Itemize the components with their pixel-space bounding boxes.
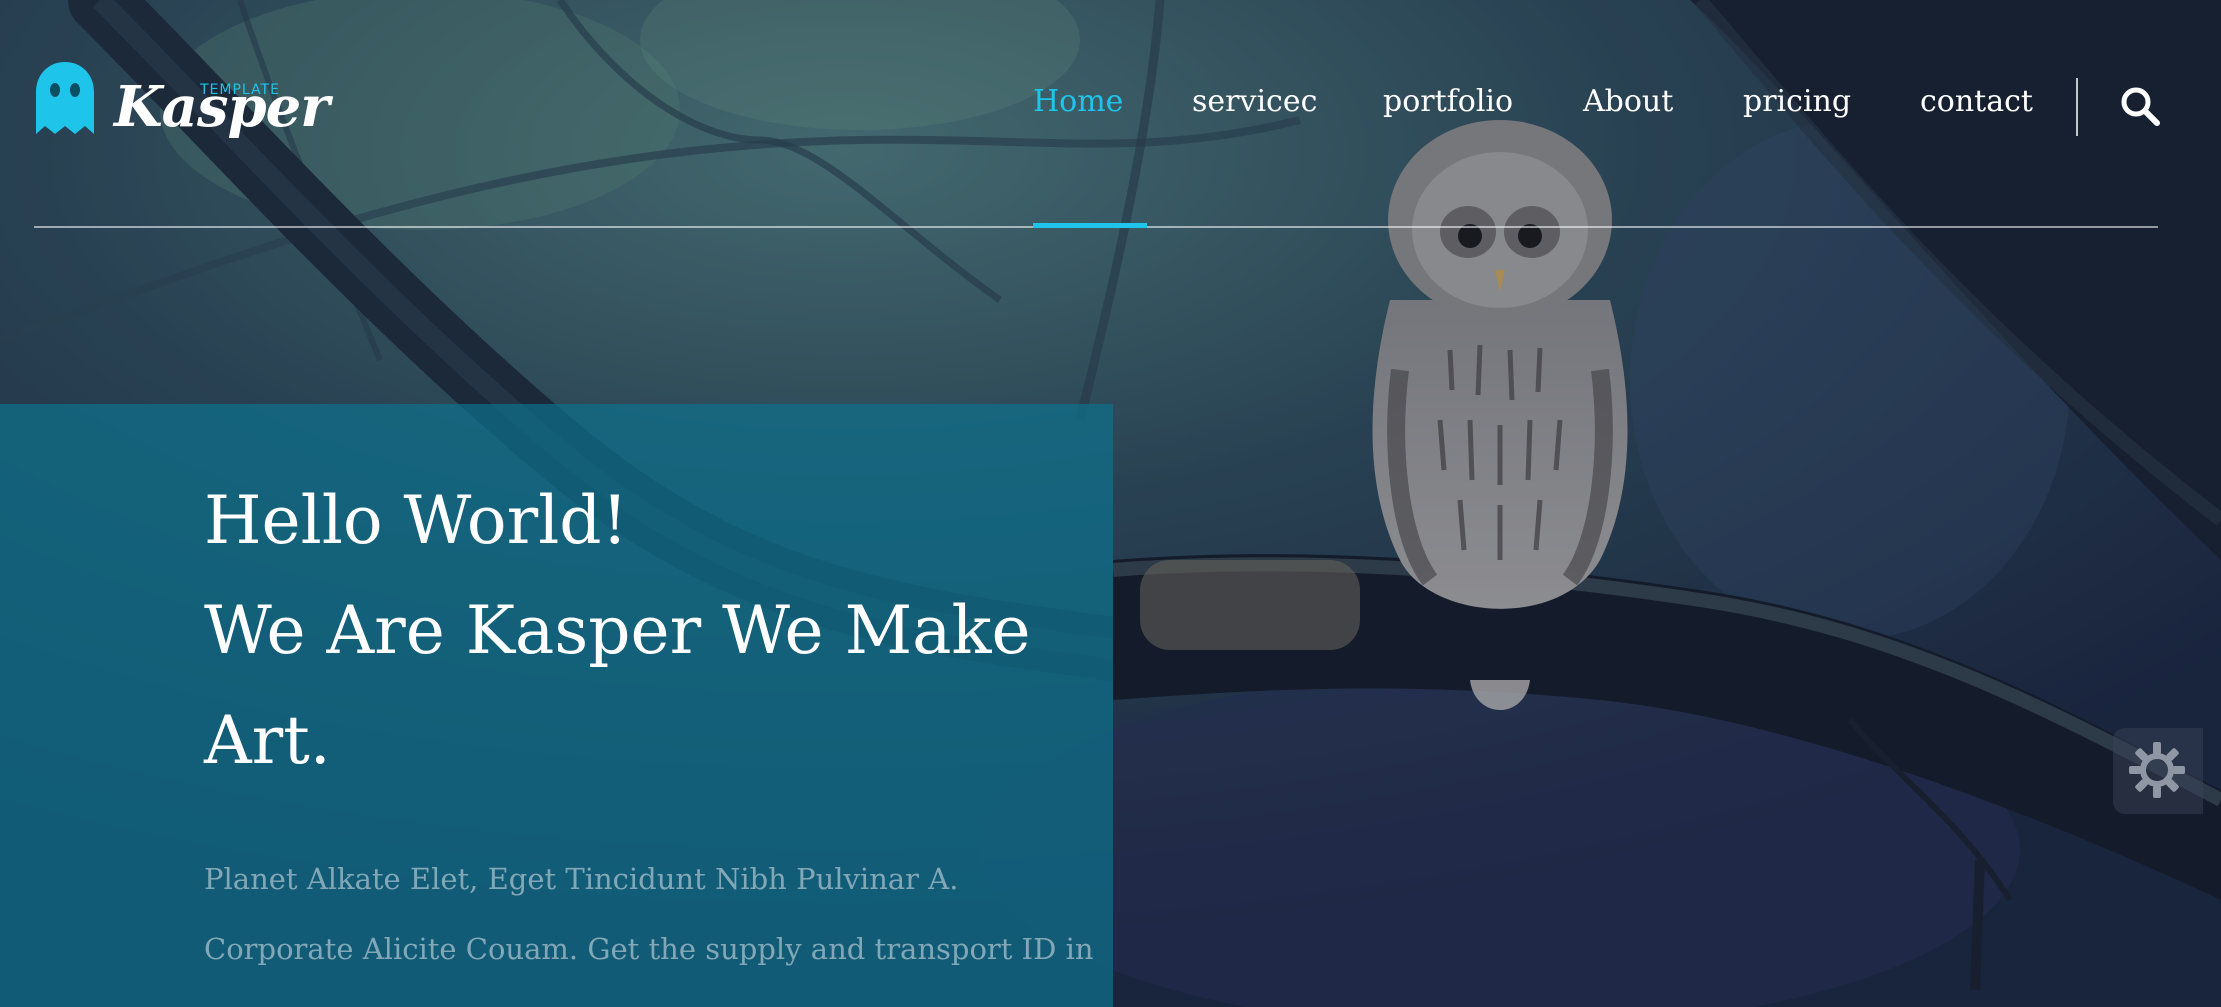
nav-divider bbox=[2076, 78, 2078, 136]
nav-item-contact[interactable]: contact bbox=[1920, 84, 2033, 119]
hero-title-line: We Are Kasper We Make bbox=[204, 592, 1031, 669]
nav-active-indicator bbox=[1033, 223, 1147, 228]
search-button[interactable] bbox=[2118, 84, 2162, 128]
nav-item-services[interactable]: servicec bbox=[1192, 84, 1317, 119]
nav-item-portfolio[interactable]: portfolio bbox=[1383, 84, 1513, 119]
hero-title: Hello World! We Are Kasper We Make Art. bbox=[204, 466, 1104, 796]
nav-item-home[interactable]: Home bbox=[1033, 84, 1123, 119]
gear-icon bbox=[2129, 742, 2185, 798]
hero-title-line: Art. bbox=[204, 702, 331, 779]
main-nav: Home servicec portfolio About pricing co… bbox=[0, 84, 2221, 134]
hero-description-line: Corporate Alicite Couam. Get the supply … bbox=[204, 932, 1094, 966]
hero-description: Planet Alkate Elet, Eget Tincidunt Nibh … bbox=[204, 844, 1113, 984]
settings-widget-button[interactable] bbox=[2113, 728, 2203, 814]
nav-item-pricing[interactable]: pricing bbox=[1743, 84, 1851, 119]
hero-title-line: Hello World! bbox=[204, 482, 629, 559]
search-icon bbox=[2121, 87, 2160, 126]
nav-item-about[interactable]: About bbox=[1583, 84, 1673, 119]
hero-description-line: Planet Alkate Elet, Eget Tincidunt Nibh … bbox=[204, 862, 959, 896]
hero-content-box: Hello World! We Are Kasper We Make Art. … bbox=[0, 404, 1113, 1007]
